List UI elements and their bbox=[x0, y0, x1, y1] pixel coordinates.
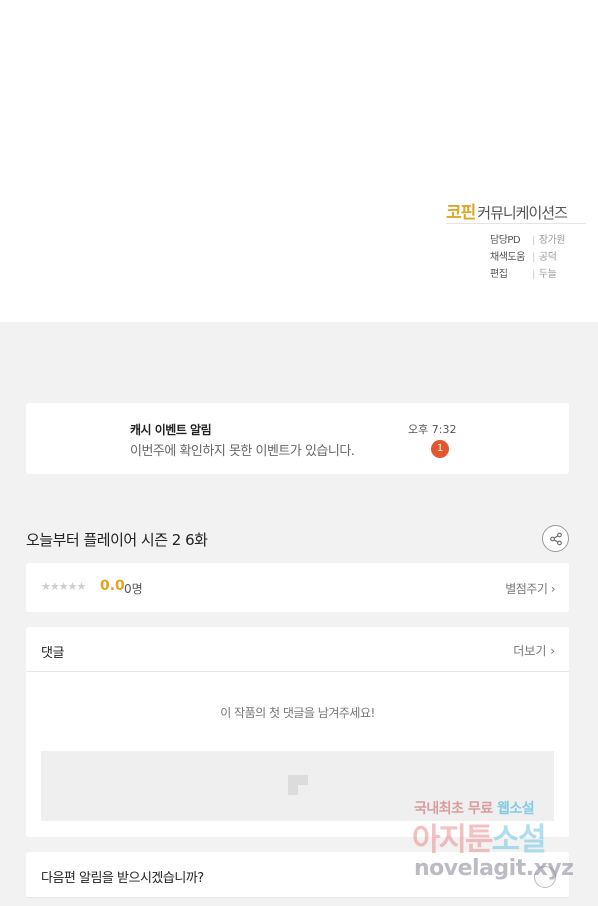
comments-more-button[interactable]: 더보기 › bbox=[513, 642, 555, 659]
watermark-logo-a: 아지툰 bbox=[412, 822, 494, 858]
rating-stars: ★★★★★ bbox=[41, 580, 86, 593]
notice-count-badge: 1 bbox=[431, 440, 449, 458]
next-episode-alert-label: 다음편 알림을 받으시겠습니까? bbox=[41, 871, 204, 886]
credit-name: 두늘 bbox=[538, 269, 557, 280]
credits-logo: 코핀 커뮤니케이션즈 bbox=[446, 198, 586, 224]
comments-header: 댓글 더보기 › bbox=[26, 627, 569, 672]
rating-count: 0명 bbox=[124, 582, 143, 596]
notice-body: 이번주에 확인하지 못한 이벤트가 있습니다. bbox=[130, 444, 355, 459]
credit-role: 담당PD bbox=[490, 235, 521, 246]
brand-name: 코핀 bbox=[446, 203, 476, 223]
credit-row-pd: 담당PD | 장가원 bbox=[490, 231, 566, 246]
company-name: 커뮤니케이션즈 bbox=[477, 204, 568, 222]
credit-name: 공덕 bbox=[538, 252, 557, 263]
watermark-logo-b: 소설 bbox=[491, 822, 547, 858]
credit-row-color: 채색도움 | 공덕 bbox=[490, 248, 557, 263]
comments-title: 댓글 bbox=[41, 646, 64, 661]
credit-separator: | bbox=[532, 269, 535, 280]
share-icon bbox=[549, 532, 562, 545]
episode-image-area: 코핀 커뮤니케이션즈 담당PD | 장가원 채색도움 | 공덕 편집 | 두늘 bbox=[0, 0, 598, 322]
rate-button[interactable]: 별점주기 › bbox=[505, 580, 555, 597]
episode-title: 오늘부터 플레이어 시즌 2 6화 bbox=[26, 531, 208, 549]
credit-separator: | bbox=[532, 235, 535, 246]
notice-title: 캐시 이벤트 알림 bbox=[130, 423, 212, 437]
image-placeholder-icon bbox=[288, 775, 308, 795]
site-watermark: 국내최초 무료 웹소설 아지툰소설 novelagit.xyz bbox=[410, 798, 585, 890]
credit-row-edit: 편집 | 두늘 bbox=[490, 265, 557, 280]
notice-time: 오후 7:32 bbox=[408, 423, 457, 436]
rating-score: 0.0 bbox=[100, 578, 125, 594]
credit-role: 편집 bbox=[490, 269, 508, 280]
share-button[interactable] bbox=[542, 525, 569, 552]
credit-role: 채색도움 bbox=[490, 252, 525, 263]
credit-name: 장가원 bbox=[538, 235, 566, 246]
cash-event-notice[interactable]: 캐시 이벤트 알림 이번주에 확인하지 못한 이벤트가 있습니다. 오후 7:3… bbox=[26, 403, 569, 474]
divider bbox=[26, 897, 569, 898]
comments-empty-message: 이 작품의 첫 댓글을 남겨주세요! bbox=[220, 706, 375, 720]
credit-separator: | bbox=[532, 252, 535, 263]
rating-bar: ★★★★★ 0.0 0명 별점주기 › bbox=[26, 563, 569, 612]
watermark-logo: 아지툰소설 bbox=[412, 814, 547, 859]
watermark-url: novelagit.xyz bbox=[414, 856, 574, 881]
